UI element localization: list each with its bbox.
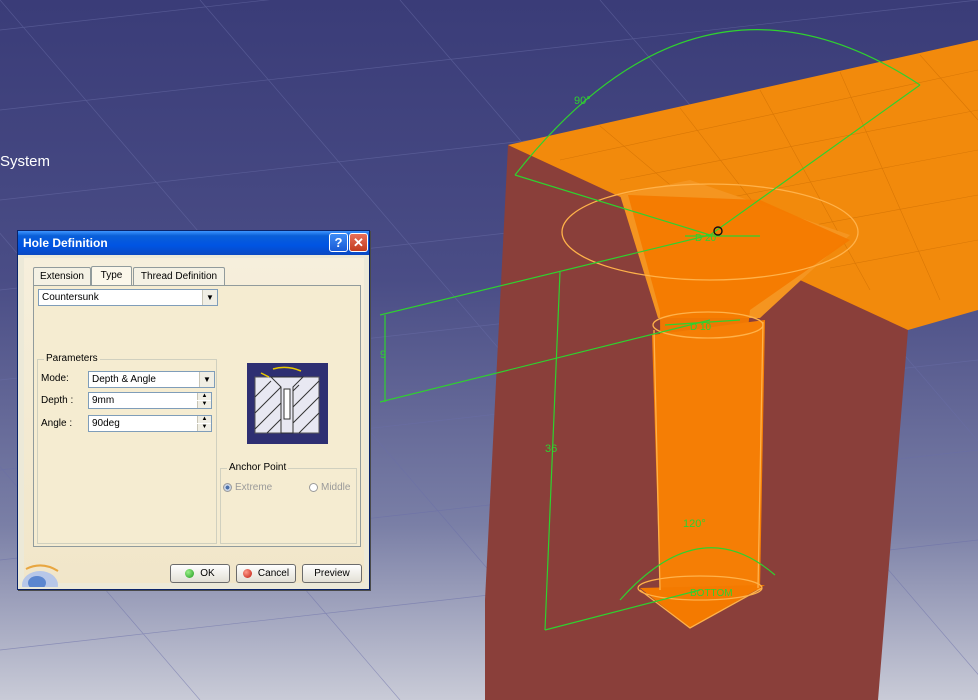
depth-value: 9mm — [92, 395, 115, 406]
middle-radio[interactable]: Middle — [309, 482, 350, 493]
spin-down-icon[interactable]: ▼ — [197, 424, 211, 431]
depth-field[interactable]: 9mm ▲ ▼ — [88, 392, 212, 409]
mode-value: Depth & Angle — [92, 374, 156, 385]
anchor-point-label: Anchor Point — [227, 462, 289, 473]
preview-label: Preview — [314, 568, 350, 579]
dim-countersink-diameter[interactable]: D 20 — [695, 233, 717, 244]
ok-button[interactable]: OK — [170, 564, 230, 583]
spin-up-icon[interactable]: ▲ — [197, 416, 211, 423]
extreme-radio[interactable]: Extreme — [223, 482, 272, 493]
cancel-icon — [242, 568, 252, 578]
spin-down-icon[interactable]: ▼ — [197, 401, 211, 408]
dim-hole-depth[interactable]: 36 — [545, 443, 557, 455]
dialog-panel: Extension Type Thread Definition Counter… — [24, 258, 364, 583]
extreme-label: Extreme — [235, 482, 273, 493]
hole-definition-dialog: Hole Definition ? ✕ Extension Type Threa… — [17, 230, 370, 590]
preview-button[interactable]: Preview — [302, 564, 362, 583]
ok-icon — [185, 568, 195, 578]
angle-label: Angle : — [41, 418, 73, 429]
tab-content-type: Countersunk ▼ Parameters Mode: Depth & A… — [33, 285, 361, 547]
angle-field[interactable]: 90deg ▲ ▼ — [88, 415, 212, 432]
catia-logo-icon — [22, 564, 59, 587]
middle-label: Middle — [321, 482, 351, 493]
mode-label: Mode: — [41, 373, 69, 384]
parameters-group: Parameters Mode: Depth & Angle ▼ Depth :… — [37, 353, 217, 544]
angle-value: 90deg — [92, 418, 120, 429]
tab-extension[interactable]: Extension — [33, 267, 91, 285]
chevron-down-icon[interactable]: ▼ — [202, 290, 217, 305]
help-icon[interactable]: ? — [329, 233, 348, 252]
tab-type[interactable]: Type — [91, 266, 132, 286]
chevron-down-icon[interactable]: ▼ — [199, 372, 214, 387]
tab-thread-definition[interactable]: Thread Definition — [133, 267, 225, 285]
system-label: System — [0, 153, 51, 170]
dim-bottom-label[interactable]: BOTTOM — [690, 588, 733, 599]
cancel-label: Cancel — [257, 568, 290, 579]
spin-up-icon[interactable]: ▲ — [197, 393, 211, 400]
radio-empty-icon — [309, 482, 318, 492]
dim-hole-diameter[interactable]: D 10 — [690, 322, 712, 333]
radio-selected-icon — [223, 482, 232, 492]
dim-top-angle[interactable]: 90° — [574, 95, 591, 107]
hole-type-value: Countersunk — [42, 292, 99, 303]
depth-label: Depth : — [41, 395, 74, 406]
cancel-button[interactable]: Cancel — [236, 564, 296, 583]
dialog-titlebar[interactable]: Hole Definition ? ✕ — [18, 231, 369, 255]
countersunk-preview-icon — [247, 363, 328, 444]
dim-bottom-angle[interactable]: 120° — [683, 518, 706, 530]
dim-countersink-depth[interactable]: 9 — [380, 349, 386, 361]
dialog-title: Hole Definition — [23, 236, 108, 250]
anchor-point-group: Anchor Point Extreme Middle — [220, 462, 357, 544]
close-icon[interactable]: ✕ — [349, 233, 368, 252]
ok-label: OK — [200, 568, 215, 579]
parameters-group-label: Parameters — [44, 353, 100, 364]
hole-shaft[interactable] — [652, 320, 765, 590]
hole-type-select[interactable]: Countersunk ▼ — [38, 289, 218, 306]
mode-select[interactable]: Depth & Angle ▼ — [88, 371, 215, 388]
